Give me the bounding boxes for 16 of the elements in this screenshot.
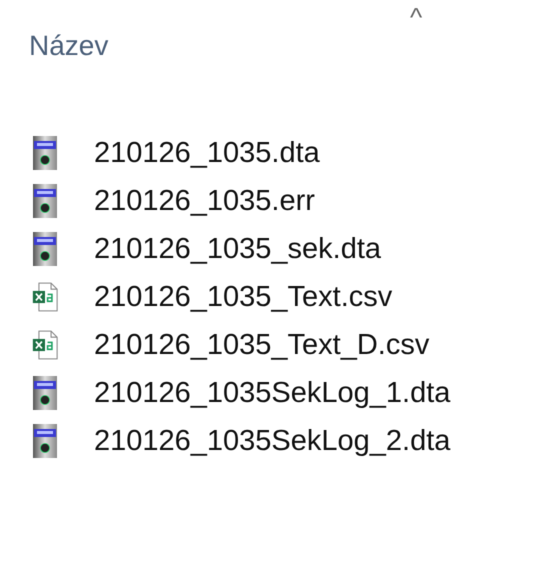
file-name[interactable]: 210126_1035SekLog_2.dta (94, 424, 450, 458)
file-icon (32, 424, 58, 458)
file-name[interactable]: 210126_1035_Text.csv (94, 280, 392, 314)
file-name[interactable]: 210126_1035.err (94, 184, 315, 218)
column-header[interactable]: Název (29, 30, 108, 62)
file-icon (32, 184, 58, 218)
file-name[interactable]: 210126_1035_Text_D.csv (94, 328, 430, 362)
file-name[interactable]: 210126_1035_sek.dta (94, 232, 382, 266)
spreadsheet-icon (32, 328, 58, 362)
sort-indicator: ^ (410, 2, 422, 33)
file-name[interactable]: 210126_1035.dta (94, 136, 320, 170)
spreadsheet-icon (32, 280, 58, 314)
file-name[interactable]: 210126_1035SekLog_1.dta (94, 376, 450, 410)
file-icon (32, 232, 58, 266)
file-icon (32, 136, 58, 170)
file-icon (32, 376, 58, 410)
